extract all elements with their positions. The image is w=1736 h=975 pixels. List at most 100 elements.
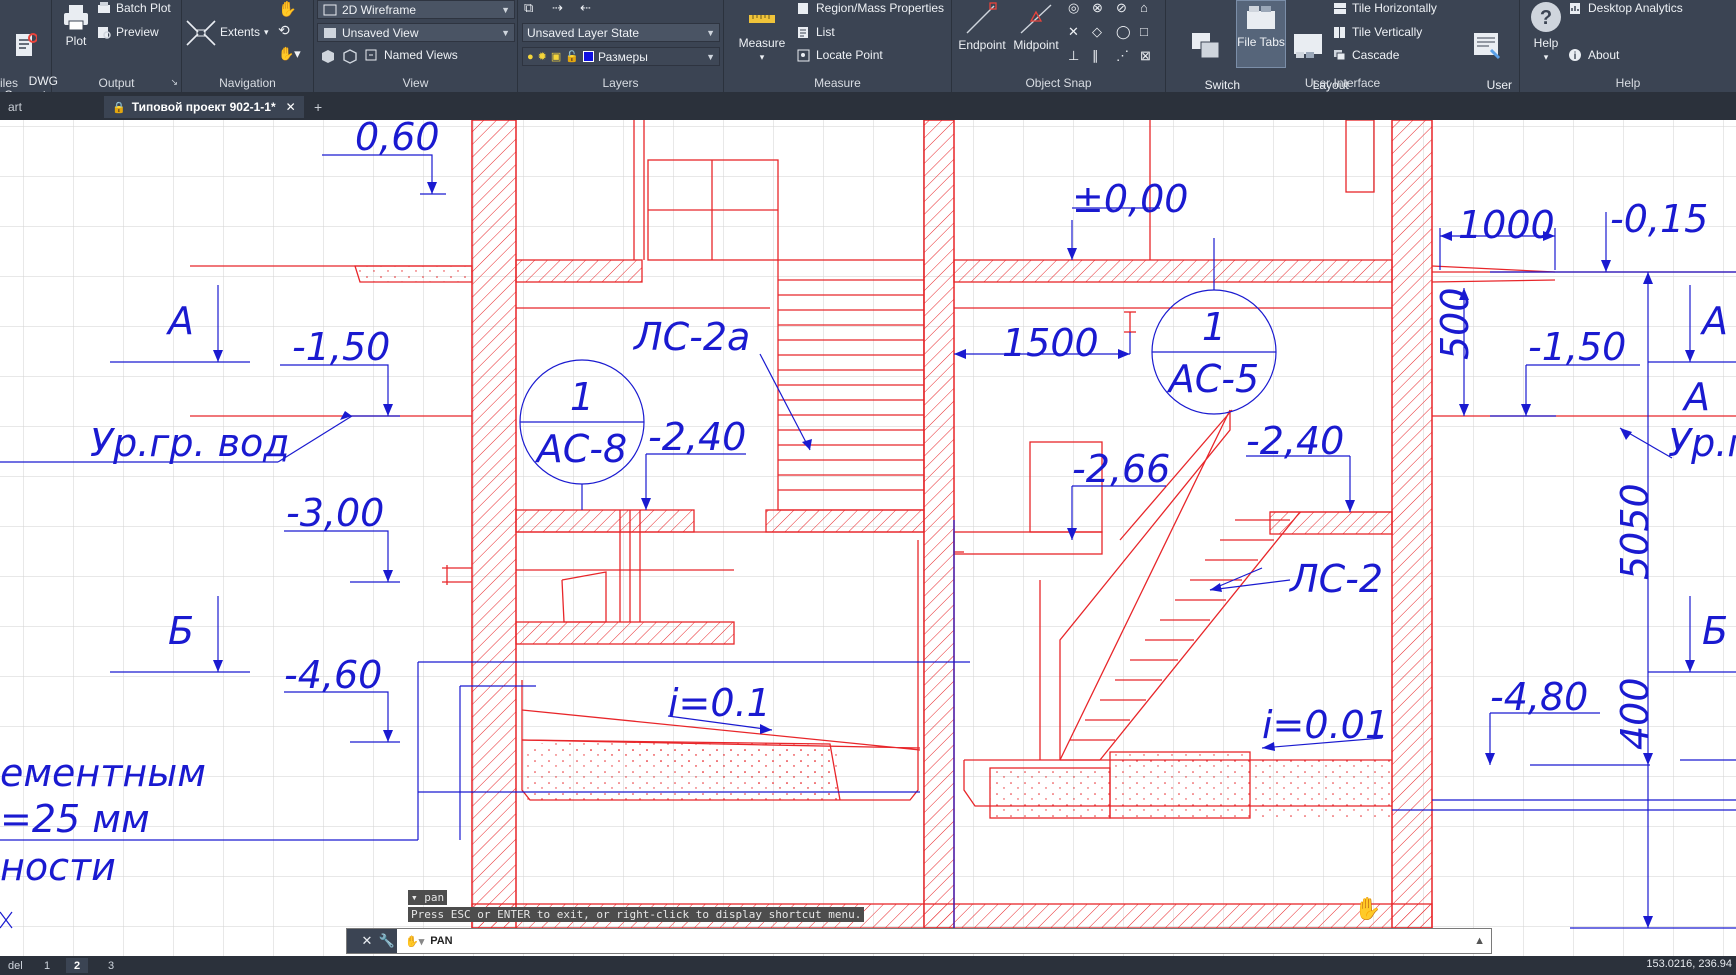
tab-current-drawing[interactable]: 🔒 Типовой проект 902-1-1* ✕ xyxy=(104,96,304,118)
layer-previous-icon[interactable]: ⇠ xyxy=(580,0,591,16)
node-snap-icon[interactable]: ⊗ xyxy=(1092,0,1103,16)
slope-label-1: i=0.1 xyxy=(668,681,771,725)
tangent-snap-icon[interactable]: ⊘ xyxy=(1116,0,1127,16)
current-layer-dropdown[interactable]: ● ✹ ▣ 🔓 Размеры ▼ xyxy=(522,47,720,66)
quadrant-snap-icon[interactable]: ◇ xyxy=(1092,24,1102,40)
parallel-snap-icon[interactable]: ∥ xyxy=(1092,48,1099,64)
plot-button[interactable]: Plot xyxy=(56,4,96,48)
command-history-icon[interactable]: ▲ xyxy=(1474,935,1485,947)
tile-vertically-label: Tile Vertically xyxy=(1352,25,1423,39)
elevation-minus-3-00: -3,00 xyxy=(286,491,384,535)
batch-plot-label: Batch Plot xyxy=(116,1,171,15)
panel-launcher-icon[interactable]: ↘ xyxy=(170,77,178,88)
about-button[interactable]: i About xyxy=(1568,48,1619,62)
dimension-400: 400 xyxy=(1613,677,1657,750)
callout-ac5-ref: АС-5 xyxy=(1166,357,1259,401)
new-tab-button[interactable]: + xyxy=(306,96,330,118)
note-line-1: ементным xyxy=(0,751,206,795)
cascade-button[interactable]: Cascade xyxy=(1332,48,1399,62)
orbit-icon[interactable]: ⟲ xyxy=(278,22,290,39)
batch-plot-button[interactable]: Batch Plot xyxy=(96,1,171,15)
layer-match-icon[interactable]: ⇢ xyxy=(552,0,563,16)
named-views-icon xyxy=(365,49,377,61)
measure-button[interactable]: Measure ▾ xyxy=(732,6,792,64)
perpendicular-snap-icon[interactable]: ⊥ xyxy=(1068,48,1079,64)
command-line[interactable]: ✕ 🔧 ✋▾ PAN ▲ xyxy=(346,928,1492,954)
cascade-label: Cascade xyxy=(1352,48,1400,62)
help-button[interactable]: ? Help ▾ xyxy=(1524,0,1568,64)
dimension-1500: 1500 xyxy=(1002,321,1099,365)
customize-command-line-button[interactable]: 🔧 xyxy=(377,929,397,953)
layer-state-dropdown[interactable]: Unsaved Layer State ▼ xyxy=(522,23,720,42)
callout-ac5-number: 1 xyxy=(1202,305,1226,349)
svg-text:?: ? xyxy=(1540,7,1552,29)
tab-layout-1[interactable]: 1 xyxy=(36,958,58,973)
status-bar: del 1 2 3 153.0216, 236.94 xyxy=(0,956,1736,975)
tab-layout-3[interactable]: 3 xyxy=(100,958,122,973)
elevation-minus-0-15: -0,15 xyxy=(1610,197,1708,241)
layer-state-value: Unsaved Layer State xyxy=(527,25,640,40)
help-panel: ? Help ▾ Desktop Analytics i About Help xyxy=(1520,0,1736,92)
desktop-analytics-button[interactable]: Desktop Analytics xyxy=(1568,1,1683,15)
midpoint-label: Midpoint xyxy=(1013,38,1059,52)
named-view-dropdown[interactable]: Unsaved View ▼ xyxy=(317,23,515,42)
cube-icon[interactable] xyxy=(320,48,336,64)
navigation-panel: Extents ▾ ✋ ⟲ ✋▾ Navigation xyxy=(182,0,314,92)
extension-snap-icon[interactable]: ⋰ xyxy=(1116,48,1129,64)
extents-button[interactable]: Extents ▾ xyxy=(220,25,269,39)
measure-panel-title: Measure xyxy=(814,76,861,90)
view-manager-icon[interactable] xyxy=(342,48,358,64)
tab-model[interactable]: del xyxy=(0,958,31,973)
view-panel-title: View xyxy=(402,76,429,90)
preview-button[interactable]: Preview xyxy=(96,25,159,39)
snap-clear-icon[interactable]: ⊠ xyxy=(1140,48,1151,64)
list-label: List xyxy=(816,25,835,39)
dwg-convert-icon xyxy=(16,33,37,56)
elevation-0-60: 0,60 xyxy=(355,120,440,159)
section-mark-b-right: Б xyxy=(1702,609,1728,653)
tangent2-snap-icon[interactable]: ◯ xyxy=(1116,24,1131,40)
command-input[interactable]: ✋▾ PAN ▲ xyxy=(397,935,1491,948)
pan-cursor-icon: ✋ xyxy=(1354,896,1381,921)
add-tab-icon: + xyxy=(314,99,323,115)
tab-layout-2[interactable]: 2 xyxy=(66,958,89,973)
insertion-snap-icon[interactable]: □ xyxy=(1140,24,1148,39)
tab-start[interactable]: art xyxy=(0,96,30,118)
visual-style-dropdown[interactable]: 2D Wireframe ▼ xyxy=(317,0,515,19)
locate-point-button[interactable]: Locate Point xyxy=(796,48,883,62)
user-interface-icon xyxy=(1474,33,1501,60)
output-panel-title: Output xyxy=(98,76,135,90)
intersection-snap-icon[interactable]: ✕ xyxy=(1068,24,1079,40)
file-tabs-button[interactable]: File Tabs xyxy=(1236,0,1286,68)
close-tab-icon[interactable]: ✕ xyxy=(286,100,296,114)
elevation-0-00: ±0,00 xyxy=(1072,177,1188,221)
pan-hand-icon[interactable]: ✋ xyxy=(278,0,297,18)
command-line-grip[interactable] xyxy=(347,929,357,953)
layer-properties-icon[interactable]: ⧉ xyxy=(524,0,533,16)
close-command-line-button[interactable]: ✕ xyxy=(357,929,377,953)
layers-panel-title: Layers xyxy=(602,76,639,90)
list-button[interactable]: List xyxy=(796,25,835,39)
dimension-1000: 1000 xyxy=(1458,203,1555,247)
region-mass-button[interactable]: Region/Mass Properties xyxy=(796,1,944,15)
extents-label: Extents xyxy=(220,25,261,39)
named-views-button[interactable]: Named Views xyxy=(364,48,458,62)
drawing-canvas[interactable]: 0,60 ±0,00 -0,15 -1,50 -1,50 -2,40 -2,40… xyxy=(0,120,1736,956)
midpoint-snap-button[interactable]: Midpoint xyxy=(1008,2,1064,52)
tile-vertically-button[interactable]: Tile Vertically xyxy=(1332,25,1422,39)
file-tabs-icon xyxy=(1247,6,1275,29)
endpoint-snap-button[interactable]: Endpoint xyxy=(956,2,1008,52)
region-mass-icon xyxy=(798,3,808,14)
dimension-5050: 5050 xyxy=(1613,483,1657,580)
pan-hand-small-icon: ✋▾ xyxy=(405,935,425,948)
switch-windows-icon xyxy=(1192,33,1220,59)
layout-tabs-icon xyxy=(1294,34,1322,58)
tab-layout-2-label: 2 xyxy=(74,959,81,972)
center-snap-icon[interactable]: ◎ xyxy=(1068,0,1079,16)
showmotion-icon[interactable]: ✋▾ xyxy=(278,46,301,62)
tile-horizontally-icon xyxy=(1334,3,1346,14)
tile-horizontally-button[interactable]: Tile Horizontally xyxy=(1332,1,1437,15)
wireframe-icon xyxy=(323,4,337,15)
callout-ac8-ref: АС-8 xyxy=(534,427,627,471)
osnap-settings-icon[interactable]: ⌂ xyxy=(1140,0,1148,15)
